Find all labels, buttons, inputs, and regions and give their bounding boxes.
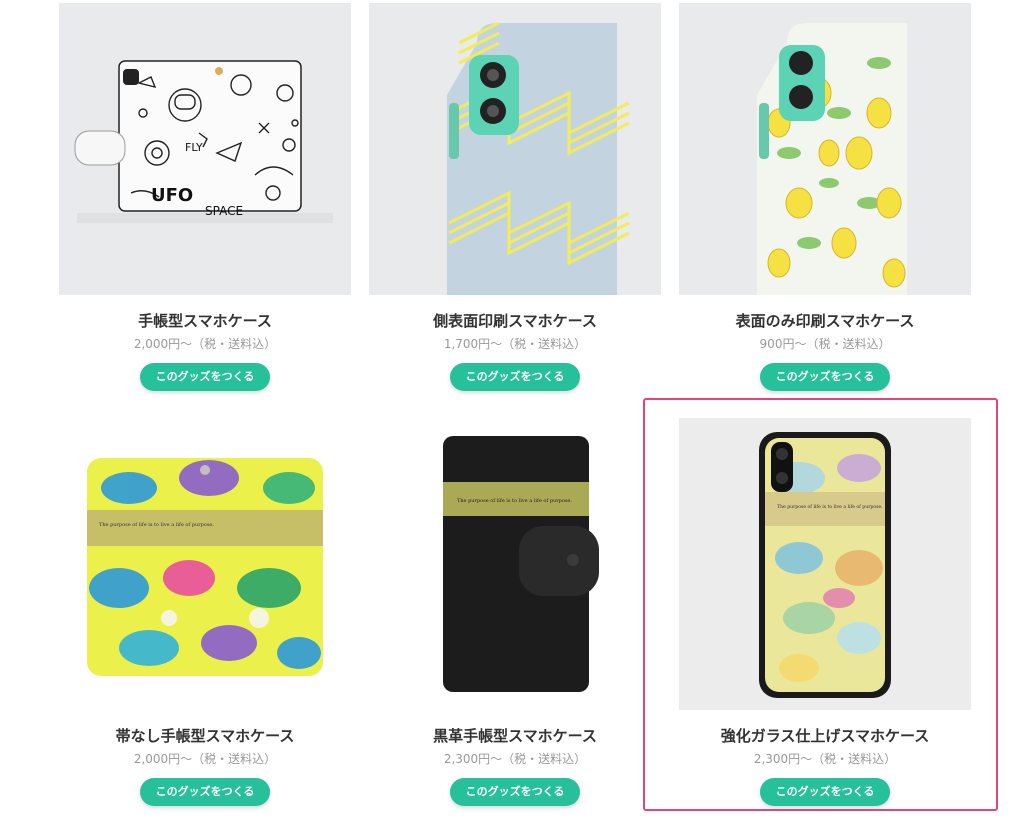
selection-highlight: [643, 398, 998, 811]
svg-text:UFO: UFO: [151, 185, 193, 206]
product-image[interactable]: [679, 3, 971, 295]
svg-text:The purpose of life is to live: The purpose of life is to live a life of…: [457, 498, 572, 504]
product-title[interactable]: 手帳型スマホケース: [59, 311, 351, 331]
create-goods-button[interactable]: このグッズをつくる: [449, 778, 581, 806]
product-price: 2,000円〜（税・送料込）: [133, 337, 277, 351]
product-card[interactable]: UFO SPACE FLY 手帳型スマホケース 2,000円〜（税・送料込） こ…: [59, 3, 351, 391]
product-image[interactable]: UFO SPACE FLY: [59, 3, 351, 295]
svg-text:The purpose of life is to live: The purpose of life is to live a life of…: [99, 522, 214, 528]
create-goods-button[interactable]: このグッズをつくる: [449, 363, 581, 391]
product-title[interactable]: 表面のみ印刷スマホケース: [679, 311, 971, 331]
product-card[interactable]: 表面のみ印刷スマホケース 900円〜（税・送料込） このグッズをつくる: [679, 3, 971, 391]
create-goods-button[interactable]: このグッズをつくる: [759, 363, 891, 391]
product-title[interactable]: 黒革手帳型スマホケース: [369, 726, 661, 746]
product-price: 900円〜（税・送料込）: [759, 337, 891, 351]
product-price: 1,700円〜（税・送料込）: [443, 337, 587, 351]
create-goods-button[interactable]: このグッズをつくる: [139, 778, 271, 806]
product-price: 2,000円〜（税・送料込）: [133, 752, 277, 766]
svg-text:FLY: FLY: [185, 141, 203, 154]
product-price: 2,300円〜（税・送料込）: [443, 752, 587, 766]
product-image[interactable]: The purpose of life is to live a life of…: [369, 418, 661, 710]
product-title[interactable]: 帯なし手帳型スマホケース: [59, 726, 351, 746]
product-card[interactable]: 側表面印刷スマホケース 1,700円〜（税・送料込） このグッズをつくる: [369, 3, 661, 391]
product-card[interactable]: The purpose of life is to live a life of…: [369, 418, 661, 806]
svg-text:SPACE: SPACE: [205, 204, 243, 218]
product-image[interactable]: The purpose of life is to live a life of…: [59, 418, 351, 710]
create-goods-button[interactable]: このグッズをつくる: [139, 363, 271, 391]
product-image[interactable]: [369, 3, 661, 295]
product-title[interactable]: 側表面印刷スマホケース: [369, 311, 661, 331]
product-card[interactable]: The purpose of life is to live a life of…: [59, 418, 351, 806]
